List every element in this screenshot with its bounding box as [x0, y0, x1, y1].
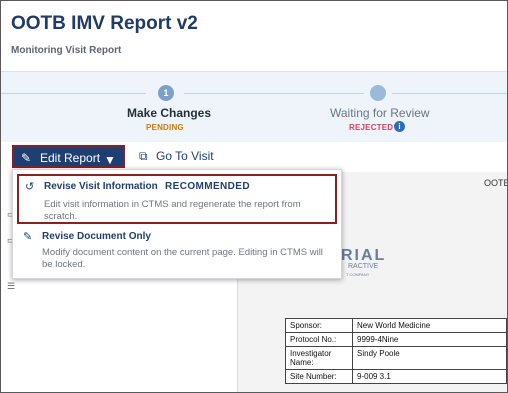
table-value: Sindy Poole: [352, 346, 507, 370]
step-1-label: Make Changes: [127, 106, 212, 120]
stepper-line: [392, 93, 507, 94]
table-row: Investigator Name: Sindy Poole: [285, 346, 507, 370]
table-row: Sponsor: New World Medicine: [285, 318, 507, 333]
document-header-fragment: OOTB: [484, 178, 508, 188]
page-title: OOTB IMV Report v2: [11, 13, 198, 34]
table-key: Sponsor:: [285, 318, 353, 333]
stepper-line: [184, 93, 364, 94]
app-frame: OOTB IMV Report v2 Monitoring Visit Repo…: [0, 0, 508, 393]
table-key: Investigator Name:: [285, 346, 353, 370]
step-2-status: REJECTED: [349, 123, 394, 132]
caret-down-icon: ▼: [104, 153, 116, 167]
workflow-stepper: 1 Make Changes PENDING Waiting for Revie…: [1, 72, 507, 142]
table-value: 9-009 3.1: [352, 369, 507, 384]
table-row: Protocol No.: 9999-4Nine: [285, 332, 507, 347]
option-description: Modify document content on the current p…: [42, 247, 323, 270]
option-title: Revise Document Only: [42, 231, 151, 242]
step-2-label: Waiting for Review: [330, 106, 430, 120]
page-header: OOTB IMV Report v2 Monitoring Visit Repo…: [1, 1, 507, 72]
edit-report-button[interactable]: ✎ Edit Report ▼: [12, 145, 125, 168]
table-key: Site Number:: [285, 369, 353, 384]
document-logo-subtext: RACTIVE: [348, 263, 379, 270]
page-subtitle: Monitoring Visit Report: [11, 45, 122, 56]
stepper-line: [1, 93, 146, 94]
document-logo-subtext: T COMPANY: [346, 272, 370, 277]
step-1-indicator: 1: [158, 85, 174, 101]
edit-report-label: Edit Report: [40, 151, 101, 165]
edit-report-menu: ↺ Revise Visit Information RECOMMENDED E…: [12, 169, 342, 279]
go-to-visit-link[interactable]: ⧉ Go To Visit: [139, 149, 214, 164]
go-to-visit-label: Go To Visit: [156, 149, 214, 163]
table-value: 9999-4Nine: [352, 332, 507, 347]
pencil-icon: ✎: [23, 231, 33, 243]
menu-item-revise-visit-information[interactable]: ↺ Revise Visit Information RECOMMENDED E…: [17, 174, 337, 224]
table-value: New World Medicine: [352, 318, 507, 333]
menu-icon[interactable]: ☰: [7, 281, 15, 292]
table-row: Site Number: 9-009 3.1: [285, 369, 507, 384]
document-info-table: Sponsor: New World Medicine Protocol No.…: [285, 318, 507, 384]
recommended-badge: RECOMMENDED: [165, 181, 250, 192]
revise-icon: ↺: [25, 181, 35, 193]
info-icon[interactable]: i: [394, 121, 405, 132]
step-2-indicator: [370, 85, 386, 101]
step-1-status: PENDING: [146, 123, 184, 132]
menu-item-revise-document-only[interactable]: ✎ Revise Document Only Modify document c…: [17, 228, 337, 276]
pencil-icon: ✎: [21, 151, 32, 165]
table-key: Protocol No.:: [285, 332, 353, 347]
option-description: Edit visit information in CTMS and regen…: [44, 199, 301, 222]
external-link-icon: ⧉: [139, 149, 148, 163]
option-title: Revise Visit Information: [44, 181, 158, 192]
